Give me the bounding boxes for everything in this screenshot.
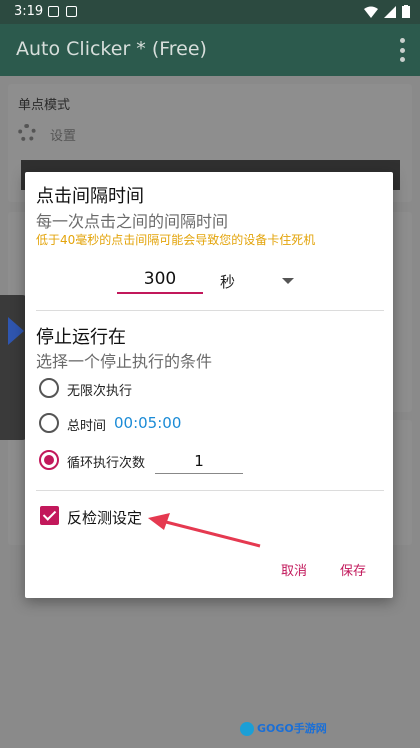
stop-title: 停止运行在: [36, 327, 126, 348]
app-bar: Auto Clicker * (Free): [0, 24, 420, 76]
unit-dropdown[interactable]: 秒: [220, 270, 294, 292]
radio-total-time-label: 总时间: [67, 419, 107, 434]
wifi-icon: [364, 6, 378, 18]
anti-detect-label: 反检测设定: [67, 509, 143, 527]
watermark-text: GOGO手游网: [257, 722, 327, 735]
radio-repeat-count[interactable]: [39, 450, 59, 470]
watermark-logo: GOGO手游网: [240, 720, 327, 736]
repeat-count-input[interactable]: [155, 448, 243, 474]
radio-infinite-label: 无限次执行: [67, 384, 133, 399]
total-time-value[interactable]: 00:05:00: [114, 414, 181, 432]
anti-detect-checkbox[interactable]: [40, 506, 59, 525]
settings-label: 设置: [50, 129, 77, 144]
interval-title: 点击间隔时间: [36, 186, 144, 207]
notification-icon: [48, 6, 59, 17]
section-title: 单点模式: [18, 98, 71, 113]
stop-subtitle: 选择一个停止执行的条件: [36, 352, 213, 371]
signal-icon: [384, 5, 396, 18]
annotation-arrow-icon: [148, 513, 261, 548]
cancel-button[interactable]: 取消: [281, 560, 307, 579]
interval-input[interactable]: [117, 266, 203, 294]
status-icons: [364, 5, 410, 18]
interval-subtitle: 每一次点击之间的间隔时间: [36, 212, 229, 231]
divider: [36, 490, 384, 491]
divider: [36, 310, 384, 311]
interval-warning: 低于40毫秒的点击间隔可能会导致您的设备卡住死机: [36, 233, 316, 247]
app-title: Auto Clicker * (Free): [16, 38, 207, 60]
battery-icon: [402, 5, 410, 18]
radio-infinite[interactable]: [39, 378, 59, 398]
status-bar: 3:19: [0, 0, 420, 24]
logo-icon: [240, 722, 254, 736]
unit-label: 秒: [220, 272, 236, 291]
save-button[interactable]: 保存: [340, 560, 366, 579]
gear-icon: [18, 124, 36, 142]
status-time: 3:19: [14, 4, 44, 19]
overflow-menu-icon[interactable]: [400, 38, 406, 62]
notification-icon: [66, 6, 77, 17]
radio-total-time[interactable]: [39, 413, 59, 433]
radio-repeat-count-label: 循环执行次数: [67, 456, 146, 471]
chevron-down-icon: [282, 278, 294, 284]
play-icon: [8, 317, 24, 345]
